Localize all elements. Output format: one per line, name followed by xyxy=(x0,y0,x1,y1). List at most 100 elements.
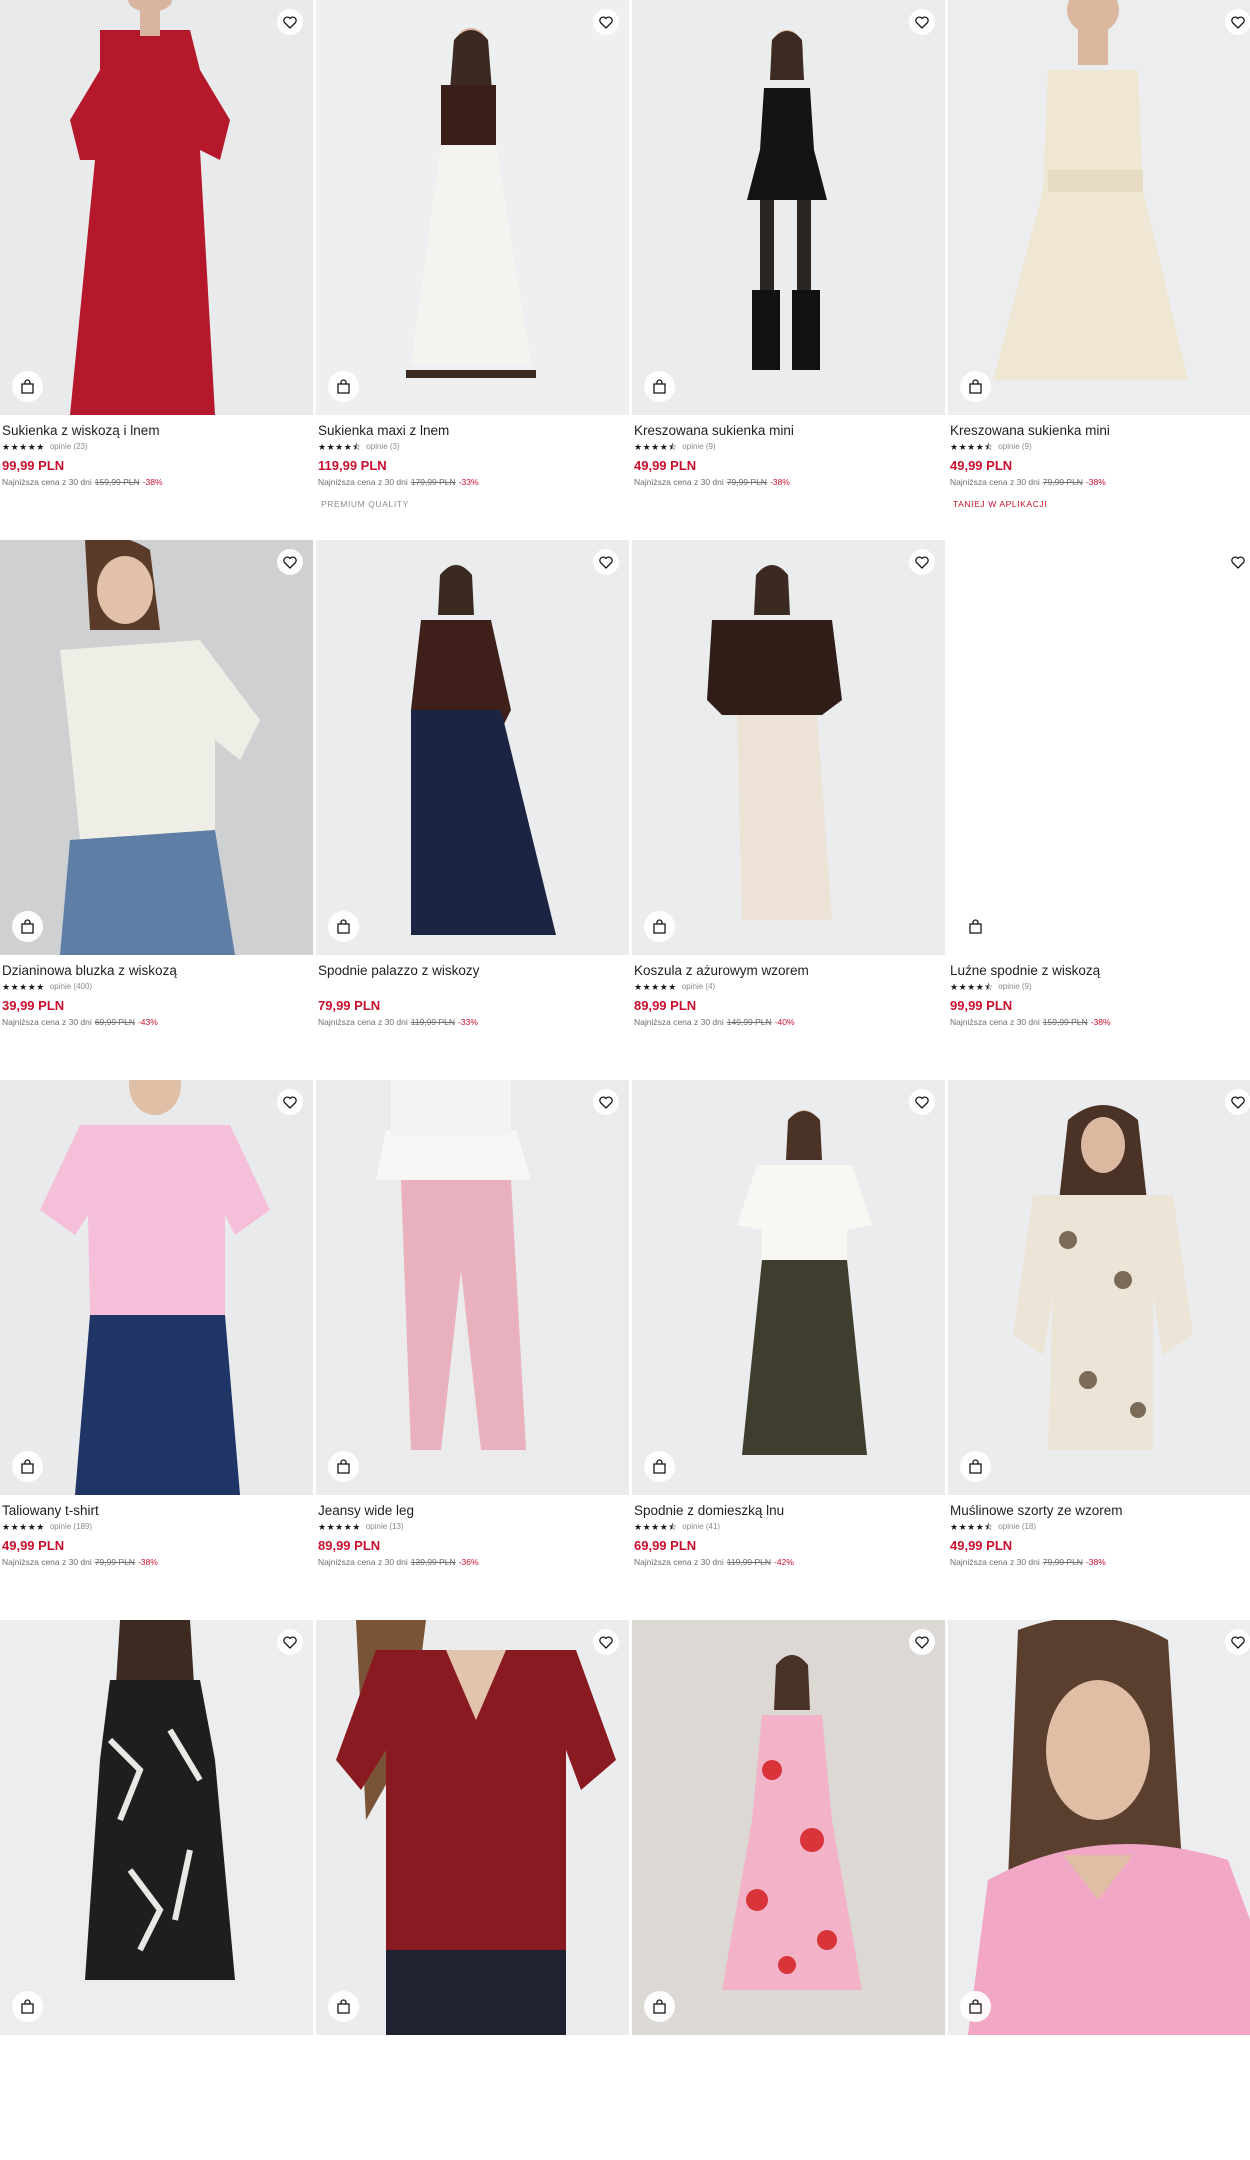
add-to-bag-button[interactable] xyxy=(12,911,43,942)
product-name[interactable]: Jeansy wide leg xyxy=(318,1503,629,1519)
old-price: 139,99 PLN xyxy=(410,1557,456,1567)
product-card[interactable]: Muślinowe szorty ze wzorem ★★★★⯪ opinie (… xyxy=(948,1080,1250,1620)
heart-outline-icon xyxy=(915,15,929,29)
product-card[interactable]: Jeansy wide leg ★★★★★ opinie (13) 89,99 P… xyxy=(316,1080,629,1620)
product-card[interactable] xyxy=(632,1620,945,2160)
add-to-bag-button[interactable] xyxy=(12,1991,43,2022)
star-icon: ★★★★⯪ xyxy=(634,1522,678,1532)
product-photo[interactable] xyxy=(316,0,629,415)
add-to-bag-button[interactable] xyxy=(644,911,675,942)
shopping-bag-icon xyxy=(969,1459,982,1474)
add-to-bag-button[interactable] xyxy=(328,1451,359,1482)
add-to-bag-button[interactable] xyxy=(960,1451,991,1482)
product-photo[interactable] xyxy=(632,1620,945,2035)
product-name[interactable]: Koszula z ażurowym wzorem xyxy=(634,963,945,979)
product-rating: ★★★★★ opinie (13) xyxy=(318,1521,629,1533)
product-photo[interactable] xyxy=(632,540,945,955)
product-photo[interactable] xyxy=(0,1080,313,1495)
product-photo[interactable] xyxy=(316,1080,629,1495)
product-card[interactable]: Spodnie z domieszką lnu ★★★★⯪ opinie (41)… xyxy=(632,1080,945,1620)
product-card[interactable]: Spodnie palazzo z wiskozy 79,99 PLN Najn… xyxy=(316,540,629,1080)
add-to-bag-button[interactable] xyxy=(12,371,43,402)
product-image xyxy=(316,1620,629,2035)
discount-badge: -38% xyxy=(769,477,790,487)
heart-outline-icon xyxy=(1231,1095,1245,1109)
product-card[interactable]: Taliowany t-shirt ★★★★★ opinie (189) 49,9… xyxy=(0,1080,313,1620)
product-card[interactable]: Luźne spodnie z wiskozą ★★★★⯪ opinie (9) … xyxy=(948,540,1250,1080)
product-info: Jeansy wide leg ★★★★★ opinie (13) 89,99 P… xyxy=(316,1495,629,1568)
product-image xyxy=(632,540,945,955)
wishlist-button[interactable] xyxy=(909,1629,935,1655)
product-photo[interactable] xyxy=(948,1620,1250,2035)
wishlist-button[interactable] xyxy=(593,1089,619,1115)
add-to-bag-button[interactable] xyxy=(644,371,675,402)
product-name[interactable]: Taliowany t-shirt xyxy=(2,1503,313,1519)
wishlist-button[interactable] xyxy=(909,549,935,575)
product-name[interactable]: Sukienka z wiskozą i lnem xyxy=(2,423,313,439)
product-card[interactable]: Koszula z ażurowym wzorem ★★★★★ opinie (4… xyxy=(632,540,945,1080)
wishlist-button[interactable] xyxy=(1225,9,1250,35)
wishlist-button[interactable] xyxy=(1225,549,1250,575)
lowest-price-label: Najniższa cena z 30 dni xyxy=(2,477,92,487)
wishlist-button[interactable] xyxy=(593,549,619,575)
product-card[interactable]: Sukienka z wiskozą i lnem ★★★★★ opinie (2… xyxy=(0,0,313,540)
add-to-bag-button[interactable] xyxy=(328,911,359,942)
product-photo[interactable] xyxy=(316,1620,629,2035)
product-photo[interactable] xyxy=(948,1080,1250,1495)
product-card[interactable]: Kreszowana sukienka mini ★★★★⯪ opinie (9)… xyxy=(948,0,1250,540)
product-name[interactable]: Sukienka maxi z lnem xyxy=(318,423,629,439)
lowest-price-label: Najniższa cena z 30 dni xyxy=(318,1017,408,1027)
product-name[interactable]: Muślinowe szorty ze wzorem xyxy=(950,1503,1250,1519)
product-card[interactable]: Dzianinowa bluzka z wiskozą ★★★★★ opinie … xyxy=(0,540,313,1080)
product-card[interactable] xyxy=(948,1620,1250,2160)
wishlist-button[interactable] xyxy=(277,1629,303,1655)
product-name[interactable]: Spodnie z domieszką lnu xyxy=(634,1503,945,1519)
lowest-price-info: Najniższa cena z 30 dni 159,99 PLN -38% xyxy=(2,477,313,488)
add-to-bag-button[interactable] xyxy=(328,371,359,402)
add-to-bag-button[interactable] xyxy=(644,1991,675,2022)
product-price: 79,99 PLN xyxy=(318,998,381,1013)
product-card[interactable]: Kreszowana sukienka mini ★★★★⯪ opinie (9)… xyxy=(632,0,945,540)
review-count: opinie (3) xyxy=(366,442,400,451)
product-photo[interactable] xyxy=(0,540,313,955)
add-to-bag-button[interactable] xyxy=(12,1451,43,1482)
product-name[interactable]: Dzianinowa bluzka z wiskozą xyxy=(2,963,313,979)
product-photo[interactable] xyxy=(0,1620,313,2035)
product-name[interactable]: Kreszowana sukienka mini xyxy=(634,423,945,439)
product-name[interactable]: Spodnie palazzo z wiskozy xyxy=(318,963,629,979)
wishlist-button[interactable] xyxy=(277,9,303,35)
add-to-bag-button[interactable] xyxy=(328,1991,359,2022)
add-to-bag-button[interactable] xyxy=(960,371,991,402)
product-name[interactable]: Luźne spodnie z wiskozą xyxy=(950,963,1250,979)
add-to-bag-button[interactable] xyxy=(960,1991,991,2022)
wishlist-button[interactable] xyxy=(909,1089,935,1115)
product-info: Muślinowe szorty ze wzorem ★★★★⯪ opinie (… xyxy=(948,1495,1250,1568)
product-name[interactable]: Kreszowana sukienka mini xyxy=(950,423,1250,439)
product-rating: ★★★★★ opinie (189) xyxy=(2,1521,313,1533)
product-card[interactable] xyxy=(0,1620,313,2160)
product-photo[interactable] xyxy=(948,0,1250,415)
product-photo[interactable] xyxy=(948,540,1250,955)
heart-outline-icon xyxy=(599,1635,613,1649)
product-photo[interactable] xyxy=(632,1080,945,1495)
product-info: Spodnie palazzo z wiskozy 79,99 PLN Najn… xyxy=(316,955,629,1028)
product-price: 49,99 PLN xyxy=(950,1538,1013,1553)
wishlist-button[interactable] xyxy=(593,9,619,35)
wishlist-button[interactable] xyxy=(277,549,303,575)
product-card[interactable]: Sukienka maxi z lnem ★★★★⯪ opinie (3) 119… xyxy=(316,0,629,540)
wishlist-button[interactable] xyxy=(1225,1629,1250,1655)
lowest-price-label: Najniższa cena z 30 dni xyxy=(318,477,408,487)
product-card[interactable] xyxy=(316,1620,629,2160)
product-photo[interactable] xyxy=(316,540,629,955)
add-to-bag-button[interactable] xyxy=(960,911,991,942)
discount-badge: -38% xyxy=(142,477,163,487)
product-photo[interactable] xyxy=(632,0,945,415)
wishlist-button[interactable] xyxy=(277,1089,303,1115)
wishlist-button[interactable] xyxy=(909,9,935,35)
product-image xyxy=(948,0,1250,415)
product-photo[interactable] xyxy=(0,0,313,415)
add-to-bag-button[interactable] xyxy=(644,1451,675,1482)
review-count: opinie (400) xyxy=(49,982,93,991)
wishlist-button[interactable] xyxy=(593,1629,619,1655)
wishlist-button[interactable] xyxy=(1225,1089,1250,1115)
